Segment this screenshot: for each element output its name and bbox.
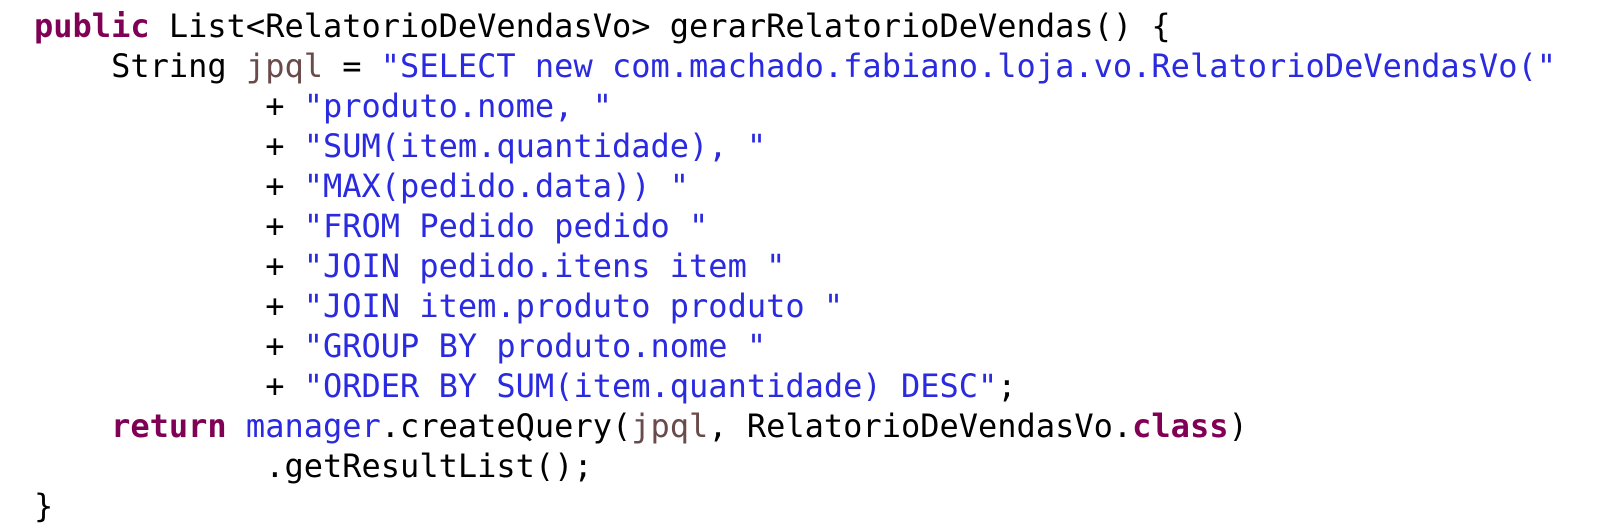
- code-line[interactable]: + "MAX(pedido.data)) ": [0, 166, 1608, 206]
- code-token-field: manager: [245, 407, 381, 445]
- code-line[interactable]: public List<RelatorioDeVendasVo> gerarRe…: [0, 6, 1608, 46]
- code-block: public List<RelatorioDeVendasVo> gerarRe…: [0, 6, 1608, 526]
- code-line[interactable]: + "ORDER BY SUM(item.quantidade) DESC";: [0, 366, 1608, 406]
- code-token-op: +: [34, 367, 304, 405]
- code-token-plain: String: [34, 47, 246, 85]
- code-token-op: +: [34, 247, 304, 285]
- code-token-string: "ORDER BY SUM(item.quantidade) DESC": [303, 367, 998, 405]
- code-line[interactable]: .getResultList();: [0, 446, 1608, 486]
- code-token-keyword: class: [1132, 407, 1229, 445]
- code-token-string: "GROUP BY produto.nome ": [303, 327, 767, 365]
- code-token-string: "MAX(pedido.data)) ": [303, 167, 690, 205]
- code-token-string: "SUM(item.quantidade), ": [303, 127, 767, 165]
- code-token-plain: ;: [997, 367, 1017, 405]
- code-token-plain: ): [1228, 407, 1248, 445]
- code-line[interactable]: }: [0, 486, 1608, 526]
- code-line[interactable]: String jpql = "SELECT new com.machado.fa…: [0, 46, 1608, 86]
- code-token-op: +: [34, 327, 304, 365]
- code-line[interactable]: + "JOIN pedido.itens item ": [0, 246, 1608, 286]
- code-token-local: jpql: [245, 47, 323, 85]
- code-token-plain: .createQuery(: [380, 407, 632, 445]
- code-line[interactable]: + "produto.nome, ": [0, 86, 1608, 126]
- code-line[interactable]: + "SUM(item.quantidade), ": [0, 126, 1608, 166]
- code-token-plain: =: [322, 47, 381, 85]
- code-token-local: jpql: [631, 407, 709, 445]
- code-token-string: "produto.nome, ": [303, 87, 612, 125]
- code-token-keyword: return: [111, 407, 227, 445]
- code-token-string: "JOIN pedido.itens item ": [303, 247, 786, 285]
- code-line[interactable]: + "GROUP BY produto.nome ": [0, 326, 1608, 366]
- code-token-string: "JOIN item.produto produto ": [303, 287, 844, 325]
- code-token-op: +: [34, 127, 304, 165]
- code-editor-view[interactable]: public List<RelatorioDeVendasVo> gerarRe…: [0, 0, 1608, 528]
- code-line[interactable]: return manager.createQuery(jpql, Relator…: [0, 406, 1608, 446]
- code-token-string: "FROM Pedido pedido ": [303, 207, 709, 245]
- code-token-string: "SELECT new com.machado.fabiano.loja.vo.…: [380, 47, 1556, 85]
- code-token-plain: List<RelatorioDeVendasVo> gerarRelatorio…: [149, 7, 1171, 45]
- code-token-plain: .getResultList();: [34, 447, 593, 485]
- code-token-plain: }: [34, 487, 54, 525]
- code-line[interactable]: + "FROM Pedido pedido ": [0, 206, 1608, 246]
- code-token-op: +: [34, 167, 304, 205]
- code-token-op: +: [34, 87, 304, 125]
- code-token-plain: , RelatorioDeVendasVo.: [708, 407, 1133, 445]
- code-token-keyword: public: [34, 7, 150, 45]
- code-token-op: +: [34, 287, 304, 325]
- code-token-op: +: [34, 207, 304, 245]
- code-line[interactable]: + "JOIN item.produto produto ": [0, 286, 1608, 326]
